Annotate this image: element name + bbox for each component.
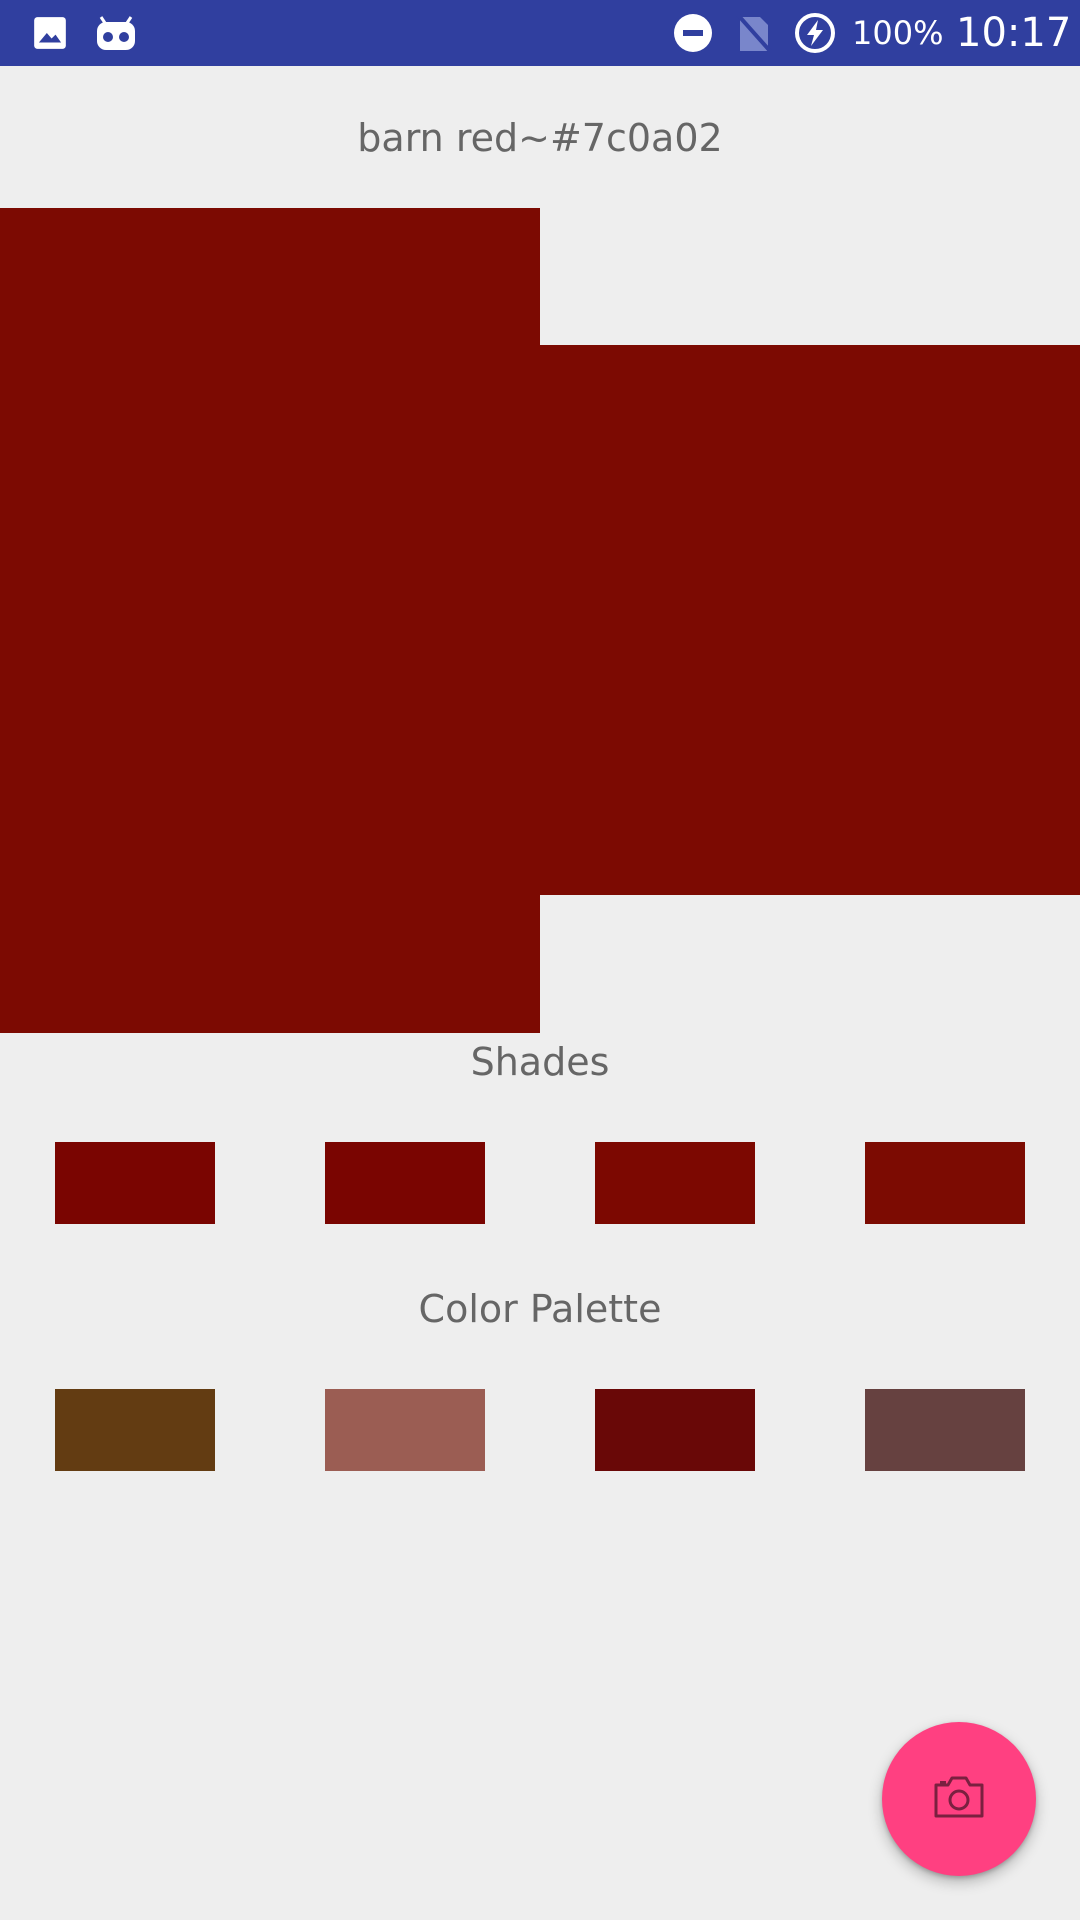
shade-swatch-3[interactable] (595, 1142, 755, 1224)
palette-swatch-3[interactable] (595, 1389, 755, 1471)
shades-heading: Shades (470, 1040, 610, 1084)
camera-icon (932, 1775, 986, 1823)
color-name-title: barn red~#7c0a02 (357, 116, 723, 160)
voicemail-robot-icon (94, 0, 138, 66)
shade-swatch-4[interactable] (865, 1142, 1025, 1224)
clock: 10:17 (956, 10, 1072, 56)
shade-swatch-2[interactable] (325, 1142, 485, 1224)
app-screen: 100% 10:17 barn red~#7c0a02 Shades Color… (0, 0, 1080, 1920)
palette-swatch-2[interactable] (325, 1389, 485, 1471)
no-sim-icon (734, 0, 774, 66)
color-palette-heading: Color Palette (418, 1287, 662, 1331)
battery-charging-icon (793, 0, 837, 66)
primary-color-swatch-left (0, 208, 540, 1033)
palette-swatch-1[interactable] (55, 1389, 215, 1471)
status-bar: 100% 10:17 (0, 0, 1080, 66)
primary-color-swatch-right (540, 345, 1080, 895)
palette-swatch-4[interactable] (865, 1389, 1025, 1471)
do-not-disturb-icon (672, 0, 714, 66)
shade-swatch-1[interactable] (55, 1142, 215, 1224)
camera-fab-button[interactable] (882, 1722, 1036, 1876)
image-icon (30, 0, 70, 66)
battery-percentage: 100% (852, 14, 944, 52)
